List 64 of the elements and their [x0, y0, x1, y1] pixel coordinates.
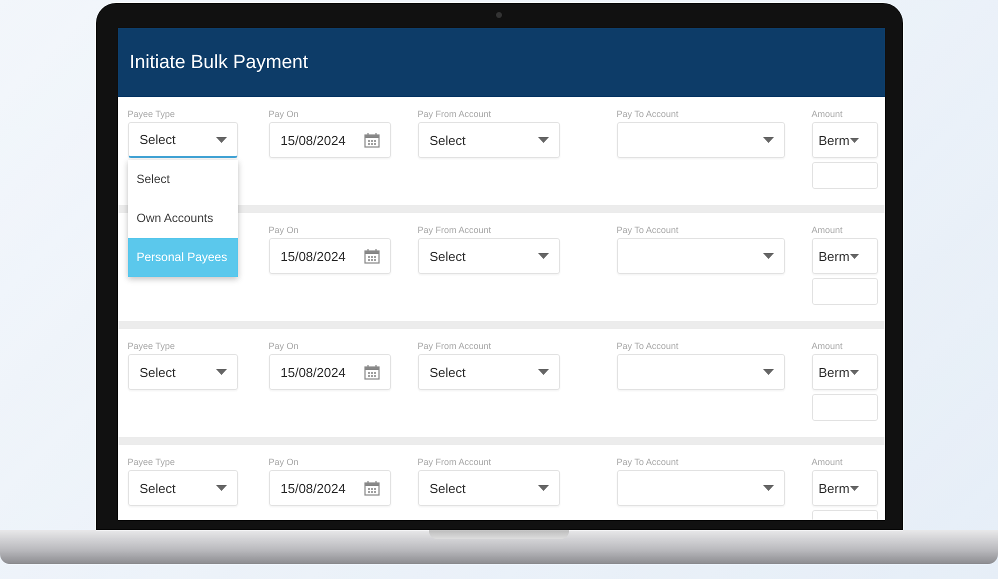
field-label: Pay To Account	[616, 108, 680, 121]
date-field[interactable]: 15/08/2024	[268, 238, 390, 274]
caret-icon	[538, 253, 548, 259]
caret-icon	[216, 136, 226, 142]
pay-from-account-select[interactable]: Select	[418, 122, 560, 158]
pay-from-account-select[interactable]: Select	[418, 354, 560, 390]
pay-from-account-select[interactable]: Select	[418, 470, 560, 506]
field-label: Pay On	[268, 224, 300, 237]
caret-icon	[850, 486, 859, 490]
caret-icon	[538, 485, 548, 491]
caret-icon	[762, 369, 774, 375]
caret-icon	[762, 137, 774, 143]
amount-input[interactable]	[812, 278, 878, 305]
pay-to-account-select[interactable]	[616, 354, 784, 390]
currency-select[interactable]: Berm	[812, 238, 878, 274]
caret-icon	[850, 138, 859, 142]
field-label: Pay From Account	[418, 224, 492, 237]
pay-from-account-select[interactable]: Select	[418, 238, 560, 274]
menu-option[interactable]: Select	[128, 160, 238, 199]
field-label: Amount	[812, 340, 844, 353]
field-label: Pay To Account	[616, 456, 680, 469]
calendar-icon	[364, 480, 380, 496]
field-label: Pay On	[268, 108, 300, 121]
currency-select[interactable]: Berm	[812, 354, 878, 390]
calendar-icon	[364, 132, 380, 148]
currency-select[interactable]: Berm	[812, 122, 878, 158]
amount-input[interactable]	[812, 162, 878, 189]
field-label: Pay From Account	[418, 456, 492, 469]
field-label: Pay From Account	[418, 340, 492, 353]
date-field[interactable]: 15/08/2024	[268, 354, 390, 390]
calendar-icon	[364, 248, 380, 264]
caret-icon	[762, 485, 774, 491]
calendar-icon	[364, 364, 380, 380]
field-label: Pay On	[268, 340, 300, 353]
camera-icon	[496, 12, 502, 18]
caret-icon	[762, 253, 774, 259]
amount-input[interactable]	[812, 394, 878, 421]
field-label: Amount	[812, 224, 844, 237]
field-label: Payee Type	[128, 108, 176, 121]
currency-select[interactable]: Berm	[812, 470, 878, 506]
field-label: Pay To Account	[616, 224, 680, 237]
pay-to-account-select[interactable]	[616, 238, 784, 274]
page-title: Initiate Bulk Payment	[130, 52, 308, 74]
field-label: Payee Type	[128, 340, 176, 353]
field-label: Pay To Account	[616, 340, 680, 353]
field-label: Amount	[812, 108, 844, 121]
pay-to-account-select[interactable]	[616, 470, 784, 506]
caret-icon	[216, 369, 226, 375]
payee-type-select[interactable]: Select	[128, 354, 238, 390]
date-field[interactable]: 15/08/2024	[268, 470, 390, 506]
field-label: Pay On	[268, 456, 300, 469]
caret-icon	[216, 485, 226, 491]
pay-to-account-select[interactable]	[616, 122, 784, 158]
payee-type-select[interactable]: Select	[128, 122, 238, 158]
caret-icon	[538, 137, 548, 143]
caret-icon	[538, 369, 548, 375]
caret-icon	[850, 370, 859, 374]
payee-type-select[interactable]: Select	[128, 470, 238, 506]
field-label: Payee Type	[128, 456, 176, 469]
date-field[interactable]: 15/08/2024	[268, 122, 390, 158]
menu-option[interactable]: Own Accounts	[128, 199, 238, 238]
field-label: Pay From Account	[418, 108, 492, 121]
field-label: Amount	[812, 456, 844, 469]
caret-icon	[850, 254, 859, 258]
